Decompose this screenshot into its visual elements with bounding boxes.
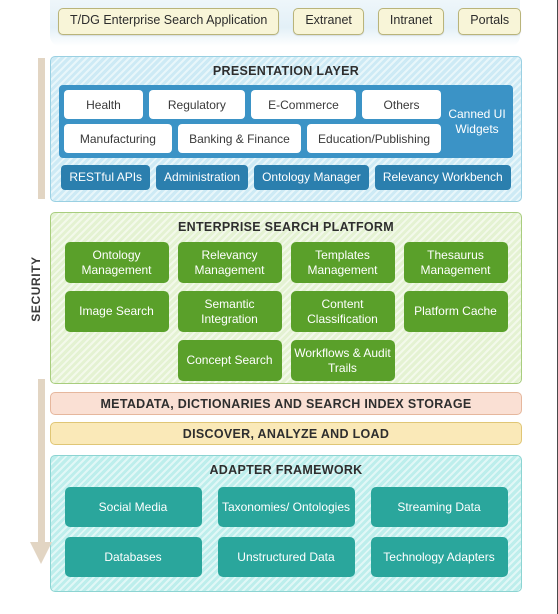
- esp-row-2: Image Search Semantic Integration Conten…: [60, 291, 512, 332]
- esp-content-classification[interactable]: Content Classification: [290, 291, 395, 332]
- adapter-framework-layer: ADAPTER FRAMEWORK Social Media Taxonomie…: [50, 455, 522, 592]
- channel-button-row: T/DG Enterprise Search Application Extra…: [58, 8, 522, 35]
- api-restful-apis[interactable]: RESTful APIs: [61, 165, 151, 190]
- esp-semantic-integration[interactable]: Semantic Integration: [177, 291, 282, 332]
- adapter-framework-title: ADAPTER FRAMEWORK: [209, 463, 363, 477]
- presentation-layer: PRESENTATION LAYER Health Regulatory E-C…: [50, 56, 522, 202]
- adapter-unstructured-data[interactable]: Unstructured Data: [217, 537, 355, 577]
- vertical-education-publishing[interactable]: Education/Publishing: [307, 124, 441, 153]
- presentation-vertical-grid: Health Regulatory E-Commerce Others Manu…: [64, 90, 441, 153]
- adapter-databases[interactable]: Databases: [64, 537, 202, 577]
- adapter-row-1: Social Media Taxonomies/ Ontologies Stre…: [60, 487, 512, 527]
- vertical-banking-finance[interactable]: Banking & Finance: [177, 124, 302, 153]
- app-button-tdg-enterprise-search[interactable]: T/DG Enterprise Search Application: [58, 8, 280, 35]
- presentation-row-1: Health Regulatory E-Commerce Others: [64, 90, 441, 119]
- esp-relevancy-management[interactable]: Relevancy Management: [177, 242, 282, 283]
- api-ontology-manager[interactable]: Ontology Manager: [254, 165, 369, 190]
- api-administration[interactable]: Administration: [156, 165, 249, 190]
- security-rail: SECURITY: [8, 56, 54, 592]
- app-button-intranet[interactable]: Intranet: [377, 8, 445, 35]
- esp-row-1: Ontology Management Relevancy Management…: [60, 242, 512, 283]
- esp-thesaurus-management[interactable]: Thesaurus Management: [403, 242, 508, 283]
- adapter-taxonomies-ontologies[interactable]: Taxonomies/ Ontologies: [217, 487, 355, 527]
- vertical-ecommerce[interactable]: E-Commerce: [250, 90, 357, 119]
- presentation-row-2: Manufacturing Banking & Finance Educatio…: [64, 124, 441, 153]
- metadata-storage-label: METADATA, DICTIONARIES AND SEARCH INDEX …: [100, 396, 472, 411]
- security-label: SECURITY: [25, 199, 47, 379]
- esp-ontology-management[interactable]: Ontology Management: [64, 242, 169, 283]
- esp-templates-management[interactable]: Templates Management: [290, 242, 395, 283]
- adapter-streaming-data[interactable]: Streaming Data: [370, 487, 508, 527]
- esp-image-search[interactable]: Image Search: [64, 291, 169, 332]
- presentation-layer-title: PRESENTATION LAYER: [212, 64, 360, 78]
- metadata-storage-bar: METADATA, DICTIONARIES AND SEARCH INDEX …: [50, 392, 522, 415]
- app-button-portals[interactable]: Portals: [458, 8, 522, 35]
- vertical-others[interactable]: Others: [362, 90, 441, 119]
- esp-concept-search[interactable]: Concept Search: [177, 340, 282, 381]
- presentation-api-row: RESTful APIs Administration Ontology Man…: [59, 165, 513, 190]
- security-arrow-head-icon: [30, 542, 52, 564]
- presentation-vertical-panel: Health Regulatory E-Commerce Others Manu…: [59, 85, 513, 158]
- api-relevancy-workbench[interactable]: Relevancy Workbench: [374, 165, 511, 190]
- enterprise-search-platform-layer: ENTERPRISE SEARCH PLATFORM Ontology Mana…: [50, 212, 522, 384]
- esp-platform-cache[interactable]: Platform Cache: [403, 291, 508, 332]
- adapter-social-media[interactable]: Social Media: [64, 487, 202, 527]
- esp-workflows-audit-trails[interactable]: Workflows & Audit Trails: [290, 340, 395, 381]
- canned-ui-widgets-label: Canned UI Widgets: [448, 107, 506, 136]
- adapter-technology-adapters[interactable]: Technology Adapters: [370, 537, 508, 577]
- discover-analyze-load-label: DISCOVER, ANALYZE AND LOAD: [182, 426, 390, 441]
- app-button-extranet[interactable]: Extranet: [293, 8, 364, 35]
- vertical-health[interactable]: Health: [64, 90, 143, 119]
- adapter-row-2: Databases Unstructured Data Technology A…: [60, 537, 512, 577]
- vertical-manufacturing[interactable]: Manufacturing: [64, 124, 172, 153]
- vertical-regulatory[interactable]: Regulatory: [148, 90, 245, 119]
- enterprise-search-platform-title: ENTERPRISE SEARCH PLATFORM: [178, 220, 394, 234]
- esp-row-3: Concept Search Workflows & Audit Trails: [60, 340, 512, 381]
- discover-analyze-load-bar: DISCOVER, ANALYZE AND LOAD: [50, 422, 522, 445]
